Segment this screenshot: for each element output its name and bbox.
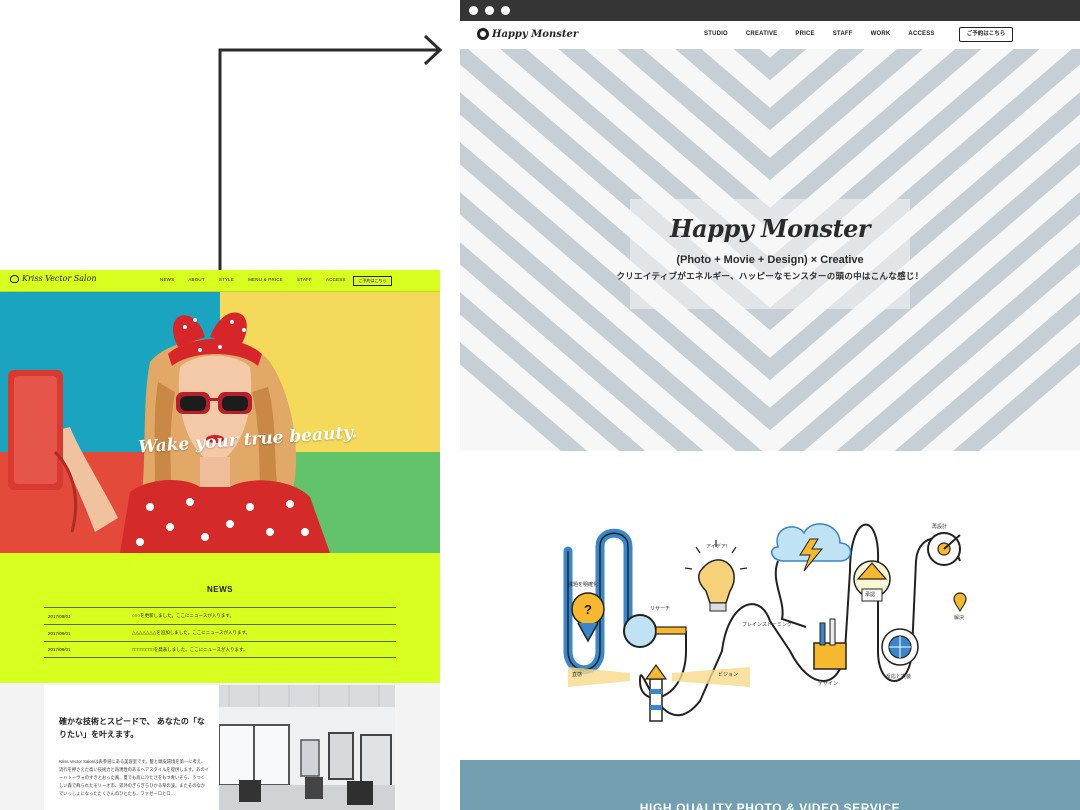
news-date: 2017/08/01 [48, 613, 71, 619]
salon-reserve-button[interactable]: ご予約はこちら [353, 276, 392, 286]
news-date: 2017/08/01 [48, 630, 71, 636]
label-insight: 直感 [572, 672, 583, 678]
salon-nav-menu-price[interactable]: MENU & PRICE [248, 277, 283, 282]
hm-logo[interactable]: Happy Monster [477, 28, 578, 40]
salon-nav: NEWS ABOUT STYLE MENU & PRICE STAFF ACCE… [160, 277, 360, 282]
salon-nav-style[interactable]: STYLE [219, 277, 234, 282]
hm-nav: STUDIO CREATIVE PRICE STAFF WORK ACCESS [704, 31, 935, 37]
salon-about-section: 確かな技術とスピードで、 あなたの「なりたい」を叶えます。 Kriss Vect… [0, 683, 440, 810]
hm-hero-title: Happy Monster [669, 214, 871, 243]
news-item[interactable]: 2017/08/01 △△△△△△△を追加しました。ここにニュースが入ります。 [44, 624, 396, 641]
hm-nav-studio[interactable]: STUDIO [704, 31, 728, 37]
browser-window: Happy Monster STUDIO CREATIVE PRICE STAF… [460, 0, 1080, 810]
label-vision: ビジョン [718, 672, 739, 678]
salon-nav-news[interactable]: NEWS [160, 277, 174, 282]
svg-text:?: ? [584, 602, 592, 617]
salon-nav-about[interactable]: ABOUT [188, 277, 205, 282]
salon-nav-staff[interactable]: STAFF [297, 277, 312, 282]
salon-hero: Wake your true beauty. [0, 292, 440, 553]
salon-interior-photo [219, 685, 395, 810]
label-research: リサーチ [650, 606, 671, 612]
creative-process-line-art: ? [563, 523, 967, 722]
hm-service-band: HIGH QUALITY PHOTO & VIDEO SERVICE [460, 760, 1080, 810]
label-redesign: 再設計 [932, 524, 948, 530]
service-title: HIGH QUALITY PHOTO & VIDEO SERVICE [639, 801, 901, 810]
hm-process-illustration: ? 課題を明確化 リサーチ アイデア! ブレインストーミング 直感 ビジョン デ… [460, 451, 1080, 760]
label-feedback: 反応と実装 [886, 674, 912, 680]
hm-hero-subtitle: クリエイティブがエネルギー、ハッピーなモンスターの頭の中はこんな感じ！ [616, 271, 924, 281]
hm-nav-work[interactable]: WORK [871, 31, 891, 37]
news-list: 2017/08/01 ○○○を更新しました。ここにニュースが入ります。 2017… [44, 607, 396, 658]
page-canvas: Kriss Vector Salon NEWS ABOUT STYLE MENU… [0, 0, 1080, 810]
window-maximize-dot-icon[interactable] [501, 6, 510, 15]
hm-reserve-button[interactable]: ご予約はこちら [959, 27, 1013, 42]
salon-header: Kriss Vector Salon NEWS ABOUT STYLE MENU… [0, 270, 440, 292]
label-problem: 課題を明確化 [568, 582, 599, 588]
hm-hero-tagline: (Photo + Movie + Design) × Creative [676, 254, 864, 266]
news-text: ○○○を更新しました。ここにニュースが入ります。 [132, 613, 234, 618]
about-card: 確かな技術とスピードで、 あなたの「なりたい」を叶えます。 Kriss Vect… [44, 685, 219, 810]
label-brainstorm: ブレインストーミング [742, 622, 792, 628]
salon-news-section: NEWS 2017/08/01 ○○○を更新しました。ここにニュースが入ります。… [0, 553, 440, 683]
salon-nav-access[interactable]: ACCESS [326, 277, 346, 282]
hm-hero-text: Happy Monster (Photo + Movie + Design) ×… [460, 214, 1080, 282]
news-title: NEWS [207, 585, 233, 594]
window-close-dot-icon[interactable] [469, 6, 478, 15]
hm-logo-text: Happy Monster [492, 28, 579, 40]
salon-logo-icon [10, 274, 19, 283]
label-design: デザイン [818, 681, 839, 687]
news-item[interactable]: 2017/08/01 ○○○を更新しました。ここにニュースが入ります。 [44, 607, 396, 624]
label-solution: 解決 [954, 615, 965, 621]
window-minimize-dot-icon[interactable] [485, 6, 494, 15]
salon-site-preview: Kriss Vector Salon NEWS ABOUT STYLE MENU… [0, 270, 440, 810]
news-text: △△△△△△△を追加しました。ここにニュースが入ります。 [132, 630, 251, 635]
about-body: Kriss Vector Salonは表参道にある美容室です。髪と頭皮環境を第一… [59, 759, 209, 796]
label-approve-sign: 承認 [865, 592, 876, 598]
hm-hero: Happy Monster (Photo + Movie + Design) ×… [460, 49, 1080, 451]
salon-logo[interactable]: Kriss Vector Salon [10, 274, 97, 283]
news-date: 2017/08/01 [48, 647, 71, 652]
salon-logo-text: Kriss Vector Salon [22, 274, 97, 283]
hm-nav-staff[interactable]: STAFF [833, 31, 853, 37]
about-heading: 確かな技術とスピードで、 あなたの「なりたい」を叶えます。 [59, 717, 205, 739]
hm-nav-access[interactable]: ACCESS [908, 31, 934, 37]
hm-nav-creative[interactable]: CREATIVE [746, 31, 778, 37]
news-text: □□□□□□□□を発表しました。ここにニュースが入ります。 [132, 646, 248, 652]
hm-nav-price[interactable]: PRICE [795, 31, 814, 37]
browser-chrome [460, 0, 1080, 21]
hm-logo-ring-icon [477, 28, 489, 40]
hero-model-photo [8, 312, 330, 553]
label-idea: アイデア! [706, 544, 728, 550]
news-item[interactable]: 2017/08/01 □□□□□□□□を発表しました。ここにニュースが入ります。 [44, 641, 396, 658]
hm-header: Happy Monster STUDIO CREATIVE PRICE STAF… [460, 21, 1080, 49]
